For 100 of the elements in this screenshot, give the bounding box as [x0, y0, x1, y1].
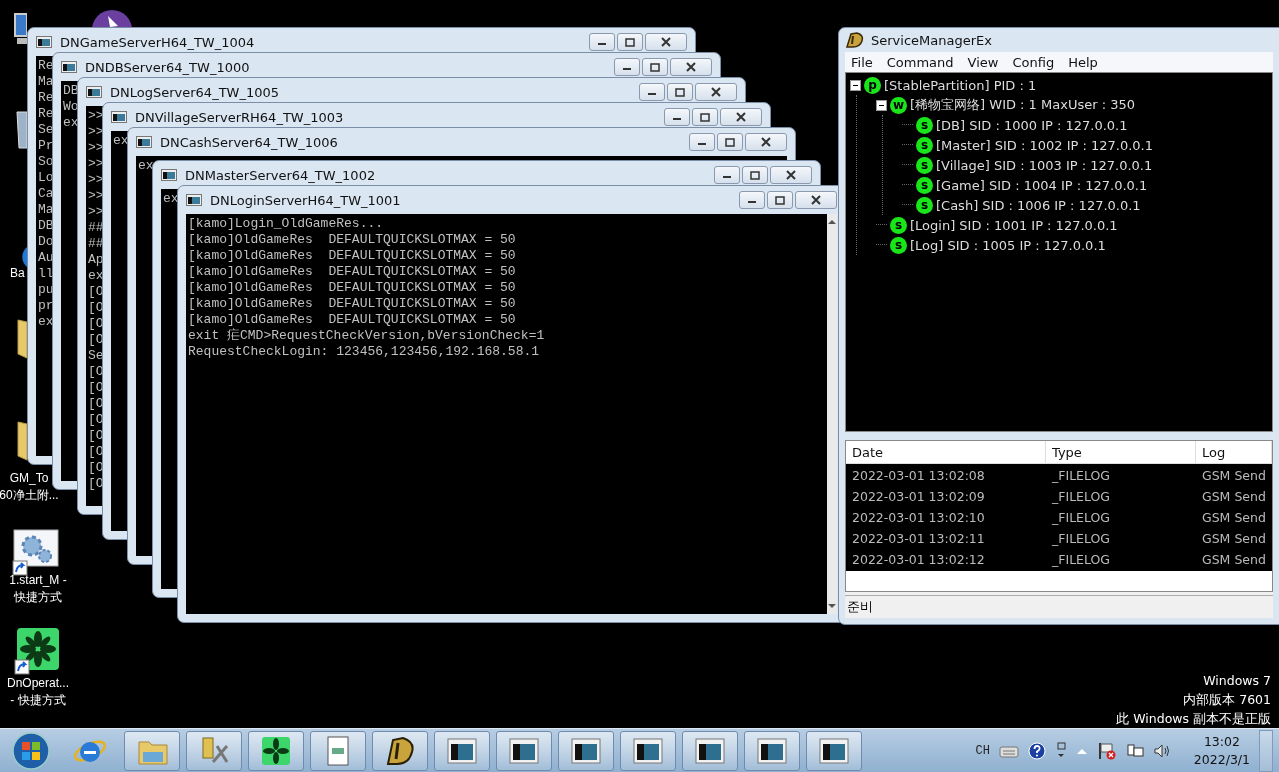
close-button[interactable] [670, 58, 712, 76]
taskbar-button[interactable] [744, 730, 800, 771]
help-icon[interactable] [1027, 741, 1046, 760]
console-line: [kamo]OldGameRes DEFAULTQUICKSLOTMAX = 50 [188, 280, 516, 296]
window-title: DNMasterServer64_TW_1002 [185, 167, 377, 183]
console-icon [161, 169, 177, 181]
clock-date[interactable]: 2022/3/1 [1193, 750, 1250, 769]
status-badge: s [916, 136, 933, 154]
minimize-button[interactable] [639, 83, 665, 101]
table-cell-text: GSM Send [1201, 489, 1267, 504]
table-cell-text: _FILELOG [1051, 552, 1112, 567]
scrollbar[interactable] [827, 214, 837, 614]
flag-error-icon[interactable] [1096, 741, 1117, 760]
status-badge: s [916, 176, 933, 194]
maximize-button[interactable] [617, 33, 643, 51]
table-cell-text: _FILELOG [1051, 468, 1112, 483]
minimize-button[interactable] [589, 33, 615, 51]
maximize-icon [625, 37, 635, 47]
taskbar-button[interactable] [248, 730, 304, 771]
icon-label: Ba [10, 265, 25, 282]
tree-item[interactable]: [Log] SID : 1005 IP : 127.0.0.1 [910, 237, 1106, 253]
menu-item[interactable]: Command [880, 54, 960, 70]
close-button[interactable] [795, 191, 837, 209]
taskbar-button[interactable] [434, 730, 490, 771]
collapse-toggle[interactable] [850, 79, 861, 91]
console-line: ex [88, 268, 104, 284]
tree-item[interactable]: [StablePartition] PID : 1 [884, 77, 1037, 93]
menu-item[interactable]: Config [1006, 54, 1061, 70]
close-button[interactable] [720, 108, 762, 126]
console-line: pu [38, 282, 54, 298]
taskbar-button[interactable] [496, 730, 552, 771]
window-restore-icon[interactable] [1054, 741, 1067, 760]
tree-item[interactable]: [Login] SID : 1001 IP : 127.0.0.1 [910, 217, 1118, 233]
close-button[interactable] [745, 133, 787, 151]
minimize-button[interactable] [739, 191, 765, 209]
language-indicator[interactable]: CH [975, 743, 990, 758]
console-line: ex [138, 158, 154, 174]
console-line: ex [63, 115, 79, 131]
window-title: DNCashServer64_TW_1006 [160, 134, 339, 150]
table-cell-text: 2022-03-01 13:02:11 [851, 531, 986, 546]
console-line: Re [38, 90, 54, 106]
minimize-button[interactable] [714, 166, 740, 184]
maximize-icon [700, 112, 710, 122]
taskbar-button[interactable] [806, 730, 862, 771]
tree-item[interactable]: [Game] SID : 1004 IP : 127.0.0.1 [936, 177, 1148, 193]
icon-label: 1.start_M - [9, 572, 67, 589]
taskbar-button[interactable] [558, 730, 614, 771]
maximize-icon [650, 62, 660, 72]
menu-item[interactable]: File [845, 54, 879, 70]
status-badge: s [916, 116, 933, 134]
taskbar-button[interactable] [620, 730, 676, 771]
table-cell-text: 2022-03-01 13:02:12 [851, 552, 986, 567]
console-line: Au [38, 250, 54, 266]
tree-item[interactable]: [DB] SID : 1000 IP : 127.0.0.1 [936, 117, 1128, 133]
maximize-button[interactable] [667, 83, 693, 101]
minimize-button[interactable] [614, 58, 640, 76]
minimize-button[interactable] [664, 108, 690, 126]
close-icon [761, 137, 771, 147]
maximize-button[interactable] [742, 166, 768, 184]
close-icon [661, 37, 671, 47]
minimize-button[interactable] [689, 133, 715, 151]
icon-label: 60净土附... [0, 487, 59, 504]
tree-item[interactable]: [稀物宝网络] WID : 1 MaxUser : 350 [910, 96, 1135, 114]
computer-icon[interactable] [14, 10, 27, 46]
maximize-button[interactable] [767, 191, 793, 209]
tree-item[interactable]: [Cash] SID : 1006 IP : 127.0.0.1 [936, 197, 1141, 213]
tree-item[interactable]: [Village] SID : 1003 IP : 127.0.0.1 [936, 157, 1153, 173]
tree-item[interactable]: [Master] SID : 1002 IP : 127.0.0.1 [936, 137, 1153, 153]
console-line: [kamo]Login_OldGameRes... [188, 216, 384, 232]
shortcut-gear-icon[interactable] [12, 528, 60, 576]
console-line: [kamo]OldGameRes DEFAULTQUICKSLOTMAX = 50 [188, 264, 516, 280]
clock-time[interactable]: 13:02 [1203, 732, 1240, 751]
table-cell-text: 2022-03-01 13:02:09 [851, 489, 986, 504]
table-cell-text: GSM Send [1201, 510, 1267, 525]
status-badge: s [916, 196, 933, 214]
table-cell-text: 2022-03-01 13:02:10 [851, 510, 986, 525]
close-button[interactable] [645, 33, 687, 51]
console-icon [36, 36, 52, 48]
maximize-button[interactable] [642, 58, 668, 76]
maximize-icon [775, 195, 785, 205]
shortcut-flower-icon[interactable] [14, 627, 62, 675]
menu-item[interactable]: Help [1062, 54, 1104, 70]
d-logo-icon [845, 31, 865, 49]
close-button[interactable] [695, 83, 737, 101]
windows-logo-icon [11, 730, 51, 771]
menu-item[interactable]: View [961, 54, 1005, 70]
close-button[interactable] [770, 166, 812, 184]
console-line: ## [88, 220, 104, 236]
collapse-toggle[interactable] [876, 99, 887, 111]
maximize-button[interactable] [692, 108, 718, 126]
taskbar-button[interactable] [682, 730, 738, 771]
console-line: ex [113, 133, 129, 149]
close-icon [736, 112, 746, 122]
console-line: ex [38, 314, 54, 330]
close-icon [811, 195, 821, 205]
taskbar-button[interactable] [372, 730, 428, 771]
status-badge: s [916, 156, 933, 174]
console-icon [61, 61, 77, 73]
maximize-button[interactable] [717, 133, 743, 151]
network-icon[interactable] [1125, 741, 1144, 760]
